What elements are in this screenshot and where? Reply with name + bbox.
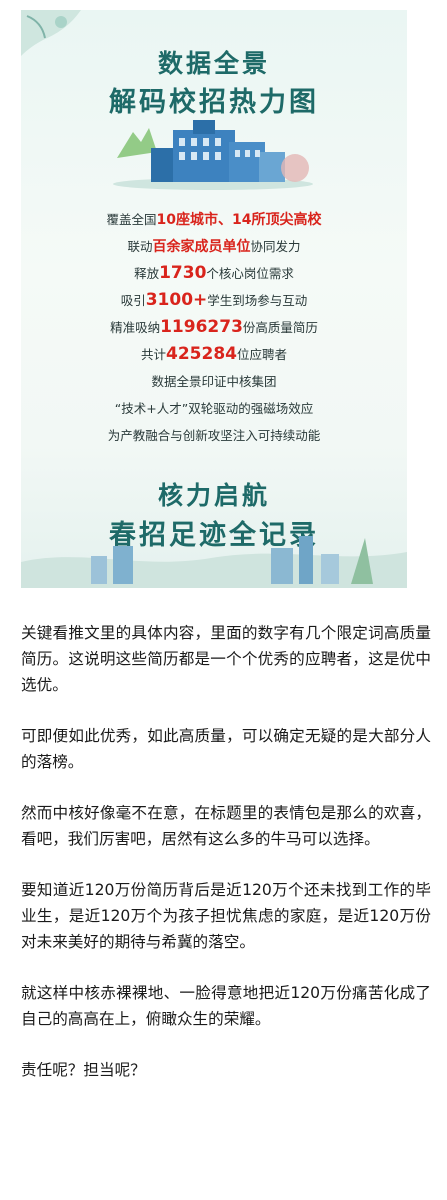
poster-stat-line: 联动百余家成员单位协同发力: [21, 233, 407, 260]
article-paragraph: 然而中核好像毫不在意，在标题里的表情包是那么的欢喜，看吧，我们厉害吧，居然有这么…: [21, 804, 431, 848]
poster-stat-text: 学生到场参与互动: [207, 293, 308, 308]
poster-stats: 覆盖全国10座城市、14所顶尖高校 联动百余家成员单位协同发力 释放1730个核心岗…: [21, 206, 407, 449]
poster-stat-text: 数据全景印证中核集团: [151, 374, 277, 389]
article-paragraph: 就这样中核赤裸裸地、一脸得意地把近120万份痛苦化成了自己的高高在上，俯瞰众生的…: [21, 984, 431, 1028]
poster-stat-text: “技术+人才”双轮驱动的强磁场效应: [114, 401, 314, 416]
poster-title-line1: 数据全景: [157, 49, 270, 78]
poster-stat-text: 位应聘者: [236, 347, 287, 362]
article-paragraph: 责任呢？担当呢？: [21, 1061, 146, 1079]
poster-stat-highlight: 1730: [159, 263, 207, 283]
cityscape-illustration-icon: [21, 536, 407, 588]
poster-stat-text: 共计: [140, 347, 166, 362]
poster-footer-line1: 核力启航: [157, 481, 270, 510]
poster-stat-line: 吸引3100+学生到场参与互动: [21, 287, 407, 314]
article-body: 关键看推文里的具体内容，里面的数字有几个限定词高质量简历。这说明这些简历都是一个…: [21, 620, 431, 1108]
poster-stat-line: 为产教融合与创新攻坚注入可持续动能: [21, 422, 407, 449]
poster-stat-line: 共计425284位应聘者: [21, 341, 407, 368]
article-paragraph: 要知道近120万份简历背后是近120万个还未找到工作的毕业生，是近120万个为孩…: [21, 881, 431, 951]
poster-stat-highlight: 百余家成员单位: [152, 239, 251, 255]
poster-stat-line: 精准吸纳1196273份高质量简历: [21, 314, 407, 341]
poster-stat-highlight: 425284: [166, 344, 237, 364]
poster-stat-text: 个核心岗位需求: [206, 266, 294, 281]
poster-stat-text: 精准吸纳: [110, 320, 161, 335]
poster-stat-line: “技术+人才”双轮驱动的强磁场效应: [21, 395, 407, 422]
poster-stat-highlight: 1196273: [160, 317, 243, 337]
poster-stat-highlight: 3100+: [145, 290, 208, 310]
poster-stat-line: 覆盖全国10座城市、14所顶尖高校: [21, 206, 407, 233]
poster-stat-text: 覆盖全国: [106, 212, 157, 227]
article-paragraph: 关键看推文里的具体内容，里面的数字有几个限定词高质量简历。这说明这些简历都是一个…: [21, 624, 431, 694]
poster-title-line2: 解码校招热力图: [109, 87, 319, 118]
poster-stat-text: 释放: [134, 266, 160, 281]
poster-stat-text: 协同发力: [250, 239, 301, 254]
poster-stat-text: 吸引: [120, 293, 146, 308]
poster-stat-highlight: 10座城市、14所顶尖高校: [156, 212, 322, 228]
poster-stat-line: 释放1730个核心岗位需求: [21, 260, 407, 287]
poster-stat-text: 联动: [127, 239, 153, 254]
poster-stat-line: 数据全景印证中核集团: [21, 368, 407, 395]
poster-stat-text: 为产教融合与创新攻坚注入可持续动能: [107, 428, 321, 443]
poster-image: 数据全景 解码校招热力图 覆盖全国10座城市、14所顶尖高校 联动百余家成员单位协…: [21, 10, 407, 588]
building-illustration-icon: [113, 120, 313, 190]
article-paragraph: 可即便如此优秀，如此高质量，可以确定无疑的是大部分人的落榜。: [21, 727, 431, 771]
poster-stat-text: 份高质量简历: [242, 320, 318, 335]
